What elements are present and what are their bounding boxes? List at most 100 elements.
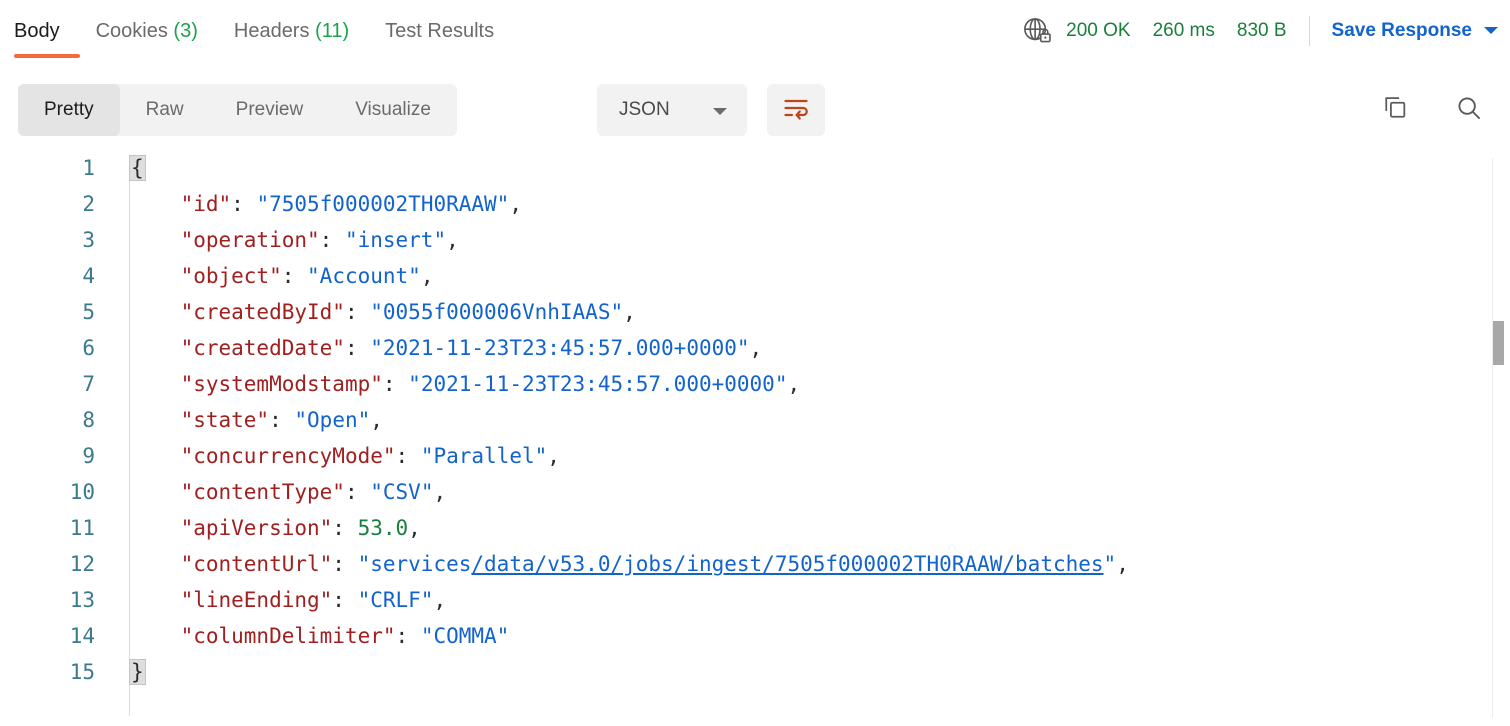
token-s: "services	[357, 552, 472, 576]
response-size: 830 B	[1236, 20, 1287, 41]
token-link[interactable]: /data/v53.0/jobs/ingest/7505f000002TH0RA…	[471, 552, 1103, 576]
token-k: "concurrencyMode"	[180, 444, 396, 468]
view-mode-preview[interactable]: Preview	[210, 84, 330, 136]
line-number: 3	[82, 228, 95, 252]
line-number: 14	[69, 624, 95, 648]
token-p: :	[344, 336, 371, 360]
search-icon	[1455, 94, 1483, 127]
response-tab-headers[interactable]: Headers (11)	[234, 0, 367, 62]
response-tab-test-results[interactable]: Test Results	[385, 0, 512, 62]
token-p: ,	[433, 480, 447, 504]
response-tabs: Body Cookies (3) Headers (11) Test Results	[14, 0, 530, 62]
token-s: "CRLF"	[357, 588, 434, 612]
line-number: 1	[82, 156, 95, 180]
line-content: "contentType": "CSV",	[130, 474, 447, 510]
token-p: ,	[547, 444, 560, 468]
token-s: "2021-11-23T23:45:57.000+0000"	[370, 336, 750, 360]
token-p	[130, 552, 181, 576]
view-mode-label: Raw	[145, 99, 184, 120]
token-p: :	[395, 624, 421, 648]
line-number: 10	[69, 480, 95, 504]
copy-icon	[1381, 94, 1409, 127]
active-tab-indicator	[14, 54, 80, 58]
token-s: "Parallel"	[420, 444, 548, 468]
tab-count-badge: (3)	[173, 20, 198, 42]
response-body-viewer[interactable]: 1 {2 "id": "7505f000002TH0RAAW", 3 "operat…	[0, 150, 1510, 726]
wrap-text-button[interactable]	[767, 84, 825, 136]
vertical-scrollbar-thumb[interactable]	[1493, 321, 1504, 365]
token-k: "id"	[180, 192, 232, 216]
view-mode-label: Visualize	[355, 99, 431, 120]
token-p: ,	[509, 192, 522, 216]
token-p	[130, 444, 181, 468]
line-number: 4	[82, 264, 95, 288]
token-p: :	[344, 480, 371, 504]
response-time: 260 ms	[1152, 20, 1215, 41]
token-p: ,	[446, 228, 459, 252]
vertical-scrollbar-track[interactable]	[1492, 158, 1506, 718]
line-number: 11	[69, 516, 95, 540]
line-content: "concurrencyMode": "Parallel",	[130, 438, 560, 474]
token-p: :	[269, 408, 295, 432]
line-content: "state": "Open",	[130, 402, 383, 438]
response-tab-body[interactable]: Body	[14, 0, 78, 62]
token-p: :	[382, 372, 409, 396]
token-p	[130, 228, 181, 252]
token-s: "	[1103, 552, 1117, 576]
line-number: 12	[69, 552, 95, 576]
chevron-down-icon[interactable]	[1484, 27, 1498, 35]
token-k: "createdDate"	[180, 336, 345, 360]
token-k: "state"	[180, 408, 270, 432]
token-p: ,	[370, 408, 383, 432]
format-select[interactable]: JSON	[597, 84, 747, 136]
token-p: ,	[749, 336, 763, 360]
token-brace: {	[129, 155, 146, 181]
token-p	[130, 372, 181, 396]
line-content: }	[129, 654, 146, 690]
token-p: ,	[408, 516, 421, 540]
token-n: 53.0	[357, 516, 409, 540]
token-p	[130, 624, 181, 648]
token-p: :	[281, 264, 308, 288]
token-s: "7505f000002TH0RAAW"	[256, 192, 510, 216]
token-p: :	[395, 444, 421, 468]
response-status-bar: 200 OK 260 ms 830 B Save Response	[1022, 0, 1498, 62]
token-k: "operation"	[180, 228, 320, 252]
view-mode-group: Pretty Raw Preview Visualize	[18, 84, 457, 136]
view-mode-raw[interactable]: Raw	[120, 84, 210, 136]
token-s: "0055f000006VnhIAAS"	[370, 300, 624, 324]
token-k: "object"	[180, 264, 282, 288]
line-content: "apiVersion": 53.0,	[130, 510, 421, 546]
token-p	[130, 336, 181, 360]
token-s: "2021-11-23T23:45:57.000+0000"	[408, 372, 788, 396]
token-s: "CSV"	[370, 480, 434, 504]
tab-count-badge: (11)	[315, 20, 350, 42]
token-p: ,	[433, 588, 447, 612]
line-number: 8	[82, 408, 95, 432]
copy-button[interactable]	[1380, 95, 1410, 125]
token-k: "createdById"	[180, 300, 345, 324]
token-p: :	[319, 228, 345, 252]
view-mode-label: Pretty	[44, 99, 94, 120]
save-response-button[interactable]: Save Response	[1332, 20, 1498, 42]
token-p: :	[332, 552, 358, 576]
search-button[interactable]	[1454, 95, 1484, 125]
token-p: :	[332, 516, 358, 540]
format-select-value: JSON	[619, 99, 670, 120]
response-tab-cookies[interactable]: Cookies (3)	[96, 0, 216, 62]
view-mode-pretty[interactable]: Pretty	[18, 84, 120, 136]
view-mode-label: Preview	[235, 99, 304, 120]
token-s: "insert"	[344, 228, 447, 252]
line-content: "contentUrl": "services/data/v53.0/jobs/…	[130, 546, 1129, 582]
body-toolbar-actions	[1380, 84, 1484, 136]
line-content: "id": "7505f000002TH0RAAW",	[130, 186, 522, 222]
view-mode-visualize[interactable]: Visualize	[329, 84, 457, 136]
token-p	[130, 300, 181, 324]
status-divider	[1308, 16, 1310, 46]
token-p: ,	[623, 300, 636, 324]
tab-label: Cookies	[95, 20, 168, 42]
line-number: 2	[82, 192, 95, 216]
line-content: "columnDelimiter": "COMMA"	[130, 618, 510, 654]
body-toolbar: Pretty Raw Preview Visualize JSON	[0, 70, 1510, 150]
token-k: "systemModstamp"	[180, 372, 383, 396]
